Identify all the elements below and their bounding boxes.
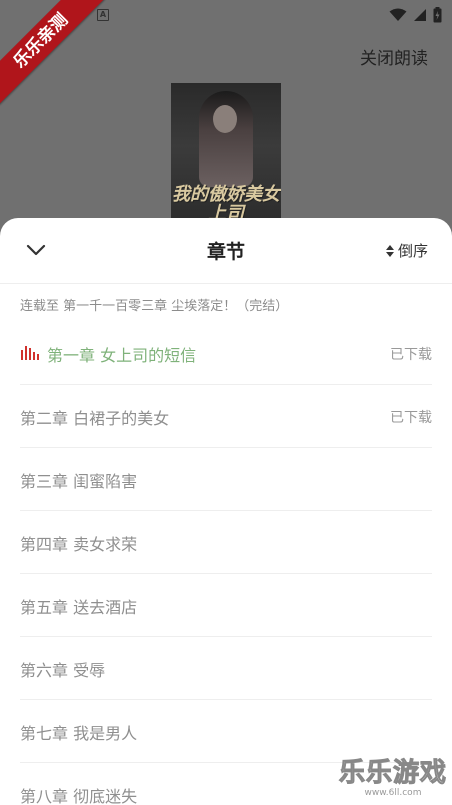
playing-icon	[21, 346, 39, 360]
close-reading-button[interactable]: 关闭朗读	[360, 44, 428, 69]
ribbon-label: 乐乐亲测	[0, 0, 105, 105]
chapter-item-1[interactable]: 第一章 女上司的短信 已下载	[20, 322, 432, 385]
watermark-label: 乐乐游戏	[338, 758, 447, 788]
chapter-list: 第一章 女上司的短信 已下载 第二章 白裙子的美女 已下载 第三章 闺蜜陷害 第…	[20, 322, 432, 805]
chapter-title: 第五章 送去酒店	[20, 598, 138, 617]
status-icons	[389, 7, 442, 23]
book-cover: 我的傲娇美女上司	[171, 83, 281, 223]
watermark-url: www.6ll.com	[364, 788, 422, 798]
download-status: 已下载	[390, 410, 432, 426]
chapter-item-7[interactable]: 第七章 我是男人	[20, 700, 432, 763]
chapter-title: 第二章 白裙子的美女	[20, 409, 170, 428]
chapter-title: 第八章 彻底迷失	[20, 787, 138, 805]
cover-face	[213, 105, 237, 133]
corner-ribbon: 乐乐亲测	[0, 0, 110, 110]
battery-charging-icon	[433, 7, 442, 23]
chapter-title: 第一章 女上司的短信	[47, 346, 197, 365]
chapter-title: 第三章 闺蜜陷害	[20, 472, 138, 491]
chapter-item-2[interactable]: 第二章 白裙子的美女 已下载	[20, 385, 432, 448]
chapter-item-4[interactable]: 第四章 卖女求荣	[20, 511, 432, 574]
signal-icon	[414, 9, 426, 21]
sort-label: 倒序	[397, 242, 428, 260]
chapter-title: 第六章 受辱	[20, 661, 106, 680]
sort-arrows-icon	[385, 244, 394, 257]
chapter-title: 第四章 卖女求荣	[20, 535, 138, 554]
download-status: 已下载	[390, 347, 432, 363]
watermark: 乐乐游戏 www.6ll.com	[338, 759, 448, 801]
wifi-icon	[389, 8, 407, 21]
sheet-header: 章节 倒序	[0, 218, 452, 284]
sort-button[interactable]: 倒序	[385, 240, 428, 261]
chapter-sheet: 章节 倒序 连载至 第一千一百零三章 尘埃落定！（完结） 第一章 女上司的短信 …	[0, 218, 452, 805]
chapter-item-3[interactable]: 第三章 闺蜜陷害	[20, 448, 432, 511]
serial-info: 连载至 第一千一百零三章 尘埃落定！（完结）	[20, 299, 289, 314]
chapter-title: 第七章 我是男人	[20, 724, 138, 743]
chapter-item-5[interactable]: 第五章 送去酒店	[20, 574, 432, 637]
chapter-item-6[interactable]: 第六章 受辱	[20, 637, 432, 700]
